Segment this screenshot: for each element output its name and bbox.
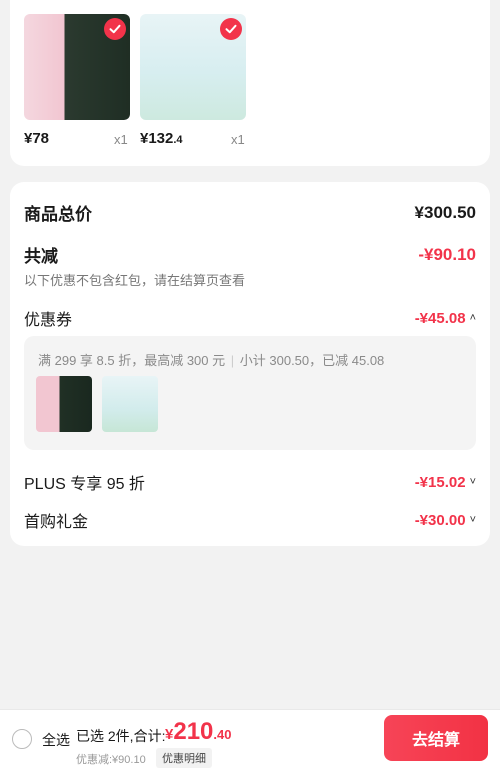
total-price: ¥210.40 — [165, 718, 232, 745]
discount-label: 共减 — [24, 247, 58, 266]
product-image-2[interactable] — [140, 14, 246, 120]
plus-discount-value[interactable]: -¥15.02 ˅ — [415, 474, 476, 491]
goods-total-row: 商品总价 ¥300.50 — [24, 200, 476, 225]
coupon-row[interactable]: 优惠券 -¥45.08 ˄ — [24, 306, 476, 330]
product-qty-2: x1 — [231, 132, 245, 147]
first-buy-gift-value[interactable]: -¥30.00 ˅ — [415, 512, 476, 529]
discount-row: 共减 -¥90.10 — [24, 242, 476, 267]
checkout-bar: 全选 已选 2件,合计: ¥210.40 优惠减:¥90.10 优惠明细 去结算 — [0, 710, 500, 773]
coupon-detail-box: 满 299 享 8.5 折，最高减 300 元 | 小计 300.50，已减 4… — [24, 336, 476, 450]
chevron-down-icon[interactable]: ˅ — [470, 476, 476, 488]
coupon-product-thumb-1 — [36, 376, 92, 432]
discount-hint: 以下优惠不包含红包，请在结算页查看 — [24, 273, 246, 288]
selected-check-icon[interactable] — [220, 18, 242, 40]
chevron-up-icon[interactable]: ˄ — [470, 312, 476, 324]
coupon-label: 优惠券 — [24, 312, 73, 329]
coupon-value[interactable]: -¥45.08 ˄ — [415, 310, 476, 327]
cart-products-card: ¥78 x1 ¥132.4 x1 — [10, 0, 490, 166]
plus-discount-label: PLUS 专享 95 折 — [24, 476, 145, 493]
discount-detail-button[interactable]: 优惠明细 — [156, 748, 212, 768]
select-all-label[interactable]: 全选 — [42, 730, 70, 750]
plus-discount-row[interactable]: PLUS 专享 95 折 -¥15.02 ˅ — [24, 470, 476, 494]
product-price-2: ¥132.4 — [140, 130, 183, 147]
goods-total-value: ¥300.50 — [414, 202, 476, 222]
product-price-1: ¥78 — [24, 130, 50, 147]
checkout-button[interactable]: 去结算 — [384, 715, 488, 761]
coupon-rule-text: 满 299 享 8.5 折，最高减 300 元 | 小计 300.50，已减 4… — [38, 353, 385, 368]
first-buy-gift-row[interactable]: 首购礼金 -¥30.00 ˅ — [24, 508, 476, 532]
product-image-1[interactable] — [24, 14, 130, 120]
selected-check-icon[interactable] — [104, 18, 126, 40]
product-qty-1: x1 — [114, 132, 128, 147]
discount-value: -¥90.10 — [418, 244, 476, 264]
chevron-down-icon[interactable]: ˅ — [470, 514, 476, 526]
select-all-radio[interactable] — [12, 729, 32, 749]
first-buy-gift-label: 首购礼金 — [24, 514, 89, 531]
coupon-product-thumb-2 — [102, 376, 158, 432]
price-summary-card: 商品总价 ¥300.50 共减 -¥90.10 以下优惠不包含红包，请在结算页查… — [10, 182, 490, 546]
selected-count-text: 已选 2件,合计: — [76, 728, 166, 744]
discount-summary-text: 优惠减:¥90.10 — [76, 754, 146, 766]
goods-total-label: 商品总价 — [24, 205, 92, 224]
